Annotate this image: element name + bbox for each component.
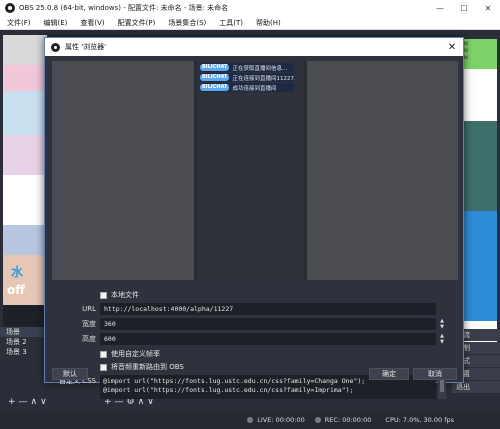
status-bar: LIVE: 00:00:00 REC: 00:00:00 CPU: 7.0%, …	[0, 411, 500, 429]
defaults-button[interactable]: 默认	[52, 368, 88, 380]
cpu-status: CPU: 7.0%, 30.00 fps	[385, 416, 454, 424]
scenes-toolbar: + — ∧ ∨	[8, 396, 47, 408]
width-spinner[interactable]: ▲ ▼	[438, 318, 446, 330]
live-status: LIVE: 00:00:00	[257, 416, 305, 424]
obs-title-bar: OBS 25.0.8 (64-bit, windows) - 配置文件: 未命名…	[0, 0, 500, 16]
height-spinner[interactable]: ▲ ▼	[438, 333, 446, 345]
dialog-title-bar: 属性 '浏览器' ✕	[45, 38, 463, 56]
height-input[interactable]: 600	[100, 333, 436, 345]
menu-scene-collection[interactable]: 场景集合(S)	[161, 18, 212, 28]
scene-item[interactable]: 场景 3	[0, 347, 48, 357]
bilichat-badge: BILICHAT	[200, 64, 230, 71]
cancel-button[interactable]: 取消	[413, 368, 457, 380]
close-button[interactable]: ✕	[476, 0, 500, 16]
maximize-button[interactable]: ☐	[452, 0, 476, 16]
scene-item[interactable]: 场景 2	[0, 337, 48, 347]
window-controls: — ☐ ✕	[428, 0, 500, 16]
menu-file[interactable]: 文件(F)	[0, 18, 37, 28]
bilichat-badge: BILICHAT	[200, 74, 230, 81]
checkbox-box[interactable]	[100, 291, 107, 299]
move-scene-down-button[interactable]: ∨	[40, 397, 47, 407]
chat-toast: BILICHAT 正在连接到直播间11227...	[199, 73, 295, 82]
preview-capture-left: 水 off	[3, 35, 47, 353]
minimize-button[interactable]: —	[428, 0, 452, 16]
chat-toast: BILICHAT 正在获取直播间信息...	[199, 63, 295, 72]
remove-scene-button[interactable]: —	[19, 397, 28, 407]
bilichat-badge: BILICHAT	[200, 84, 230, 91]
preview-pane-left	[52, 61, 194, 280]
obs-window-title: OBS 25.0.8 (64-bit, windows) - 配置文件: 未命名…	[19, 4, 229, 12]
move-scene-up-button[interactable]: ∧	[31, 397, 38, 407]
url-input[interactable]: http://localhost:4000/alpha/11227	[100, 303, 436, 315]
dialog-title: 属性 '浏览器'	[65, 43, 107, 51]
menu-edit[interactable]: 编辑(E)	[37, 18, 74, 28]
local-file-checkbox[interactable]: 本地文件	[100, 290, 139, 300]
width-input[interactable]: 360	[100, 318, 436, 330]
properties-dialog: 属性 '浏览器' ✕ BILICHAT 正在获取直播间信息... BILICHA…	[44, 37, 464, 399]
reroute-audio-label: 将音频重新路由到 OBS	[111, 363, 184, 371]
menu-tools[interactable]: 工具(T)	[212, 18, 249, 28]
custom-fps-label: 使用自定义帧率	[111, 350, 160, 358]
local-file-label: 本地文件	[111, 291, 139, 299]
reroute-audio-checkbox[interactable]: 将音频重新路由到 OBS	[100, 362, 184, 372]
menu-profile[interactable]: 配置文件(P)	[111, 18, 162, 28]
scene-item[interactable]: 场景	[0, 327, 48, 337]
menu-view[interactable]: 查看(V)	[73, 18, 110, 28]
rec-status: REC: 00:00:00	[324, 416, 372, 424]
toast-text: 正在连接到直播间11227...	[232, 75, 295, 82]
toast-text: 正在获取直播间信息...	[232, 65, 288, 72]
preview-pane-right	[307, 61, 458, 280]
obs-logo-icon	[5, 3, 15, 13]
toast-text: 成功连接到直播间	[232, 85, 277, 92]
url-label: URL	[82, 305, 96, 313]
checkbox-box[interactable]	[100, 350, 107, 358]
live-indicator-icon	[247, 417, 254, 423]
left-badge-text-2: off	[7, 283, 25, 297]
checkbox-box[interactable]	[100, 363, 107, 371]
ok-button[interactable]: 确定	[369, 368, 409, 380]
rec-indicator-icon	[314, 417, 321, 423]
obs-logo-icon	[51, 42, 60, 52]
height-label: 高度	[82, 335, 96, 343]
browser-source-preview: BILICHAT 正在获取直播间信息... BILICHAT 正在连接到直播间1…	[52, 61, 458, 280]
custom-fps-checkbox[interactable]: 使用自定义帧率	[100, 349, 160, 359]
menu-help[interactable]: 帮助(H)	[249, 18, 287, 28]
chat-toast: BILICHAT 成功连接到直播间	[199, 83, 295, 92]
menu-bar: 文件(F) 编辑(E) 查看(V) 配置文件(P) 场景集合(S) 工具(T) …	[0, 16, 500, 30]
dialog-close-button[interactable]: ✕	[441, 38, 463, 56]
left-badge-text-1: 水	[11, 265, 24, 279]
width-label: 宽度	[82, 320, 96, 328]
add-scene-button[interactable]: +	[8, 397, 16, 407]
preview-pane-chat: BILICHAT 正在获取直播间信息... BILICHAT 正在连接到直播间1…	[197, 61, 304, 280]
